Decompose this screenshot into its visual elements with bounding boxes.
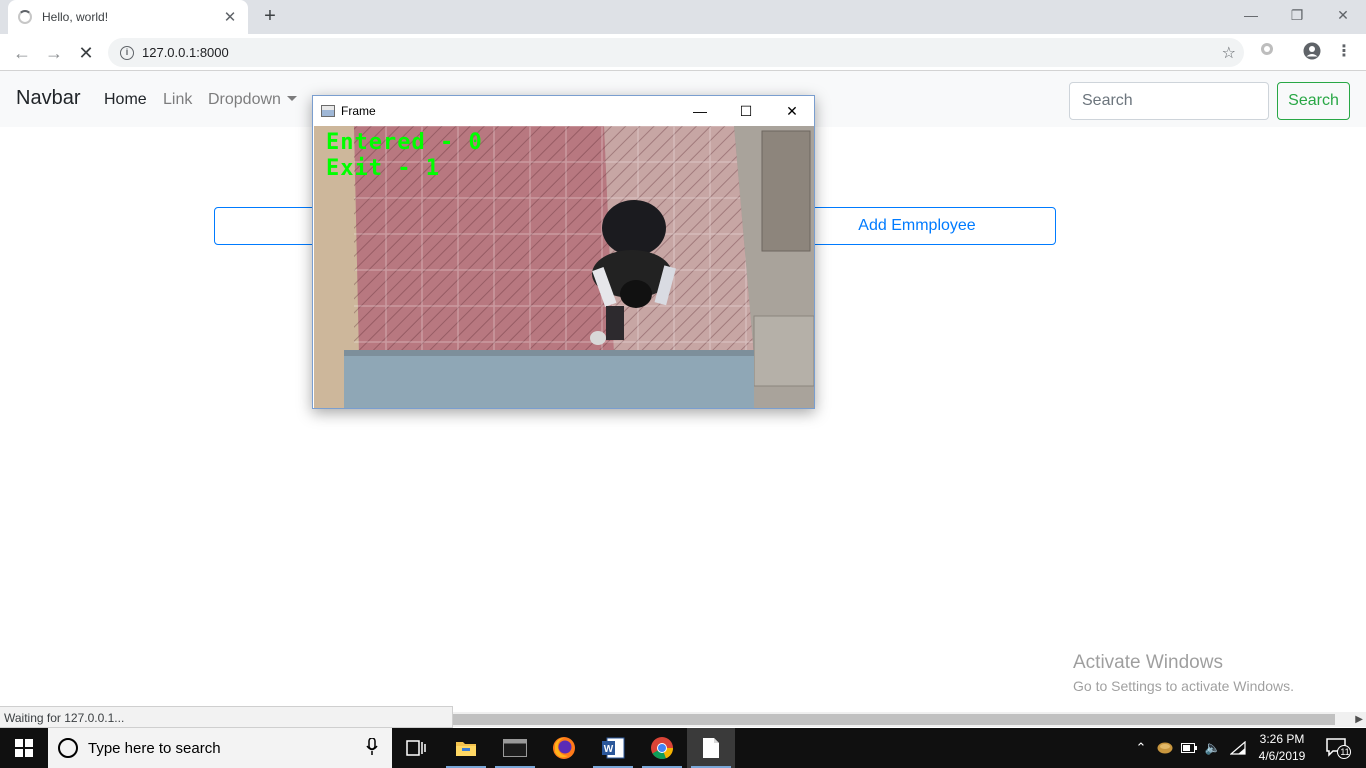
tray-app-icon[interactable] (1154, 728, 1176, 768)
frame-titlebar[interactable]: Frame — ☐ ✕ (313, 96, 814, 126)
firefox-icon[interactable] (540, 728, 588, 768)
taskbar-search-placeholder: Type here to search (88, 739, 221, 757)
frame-minimize-icon[interactable]: — (677, 96, 723, 126)
start-button[interactable] (0, 728, 48, 768)
search-input[interactable] (1069, 82, 1269, 120)
notification-center-icon[interactable]: 11 (1318, 728, 1358, 768)
microphone-icon[interactable] (366, 736, 378, 759)
minimize-icon[interactable]: — (1228, 0, 1274, 30)
back-arrow-icon[interactable]: ← (8, 39, 36, 67)
add-employee-button-label: Add Emmployee (858, 217, 976, 234)
activate-windows-watermark: Activate Windows Go to Settings to activ… (1073, 652, 1294, 694)
scrollbar-thumb[interactable] (453, 714, 1335, 725)
battery-icon[interactable] (1178, 728, 1200, 768)
forward-arrow-icon[interactable]: → (40, 39, 68, 67)
scroll-right-arrow-icon[interactable]: ▶ (1355, 712, 1363, 727)
caret-down-icon (286, 96, 297, 101)
clock-time: 3:26 PM (1259, 732, 1305, 746)
cortana-icon (58, 738, 78, 758)
restore-icon[interactable]: ❐ (1274, 0, 1320, 30)
address-url[interactable]: 127.0.0.1:8000 (142, 45, 1222, 60)
browser-menu-icon[interactable]: ⋮ (1334, 42, 1354, 62)
taskbar-search-box[interactable]: Type here to search (48, 728, 392, 768)
frame-maximize-icon[interactable]: ☐ (723, 96, 769, 126)
task-view-icon[interactable] (392, 728, 440, 768)
profile-avatar-icon[interactable] (1302, 42, 1322, 62)
terminal-icon[interactable] (491, 728, 539, 768)
exit-count-text: Exit - 1 (326, 156, 440, 181)
frame-window[interactable]: Frame — ☐ ✕ Entered - 0 Exit - 1 (312, 95, 815, 409)
volume-icon[interactable]: 🔈 (1202, 728, 1224, 768)
tab-close-icon[interactable]: ✕ (222, 8, 238, 26)
bookmark-star-icon[interactable]: ☆ (1222, 43, 1236, 63)
close-window-icon[interactable]: ✕ (1320, 0, 1366, 30)
site-info-icon[interactable]: i (120, 45, 134, 60)
video-frame: Entered - 0 Exit - 1 (314, 126, 814, 408)
watermark-subtitle: Go to Settings to activate Windows. (1073, 678, 1294, 694)
new-tab-icon[interactable]: + (258, 4, 282, 28)
windows-logo-icon (15, 739, 33, 757)
address-bar[interactable]: i 127.0.0.1:8000 ☆ (108, 38, 1244, 67)
search-button[interactable]: Search (1277, 82, 1350, 120)
notification-count: 11 (1340, 747, 1350, 757)
wifi-icon[interactable] (1227, 728, 1249, 768)
tab-title: Hello, world! (42, 10, 109, 24)
watermark-title: Activate Windows (1073, 652, 1223, 673)
chrome-icon[interactable] (638, 728, 686, 768)
stop-loading-icon[interactable]: ✕ (72, 39, 100, 67)
clock-date: 4/6/2019 (1258, 749, 1306, 763)
nav-link-home[interactable]: Home (104, 91, 147, 109)
nav-dropdown-label: Dropdown (208, 91, 281, 108)
horizontal-scrollbar[interactable]: ▶ (453, 712, 1366, 727)
browser-tab-strip: Hello, world! ✕ + — ❐ ✕ (0, 0, 1366, 34)
entered-count-text: Entered - 0 (326, 130, 483, 155)
nav-link-link[interactable]: Link (163, 91, 192, 109)
extension-icon[interactable] (1257, 42, 1277, 62)
frame-app-icon (321, 105, 335, 117)
file-explorer-icon[interactable] (442, 728, 490, 768)
frame-close-icon[interactable]: ✕ (769, 96, 815, 126)
add-employee-button[interactable]: Add Emmployee (778, 207, 1056, 245)
show-hidden-icons-icon[interactable]: ⌃ (1130, 728, 1152, 768)
navbar-brand[interactable]: Navbar (16, 87, 80, 110)
svg-text:W: W (604, 744, 614, 755)
windows-taskbar: Type here to search W ⌃ 🔈 3:26 PM 4/6/20… (0, 728, 1366, 768)
browser-status-bar: Waiting for 127.0.0.1... (0, 706, 453, 728)
taskbar-clock[interactable]: 3:26 PM 4/6/2019 (1254, 731, 1310, 765)
word-icon[interactable]: W (589, 728, 637, 768)
loading-spinner-icon (18, 10, 32, 24)
browser-toolbar: ← → ✕ i 127.0.0.1:8000 ☆ ⋮ (0, 34, 1366, 71)
notepad-icon[interactable] (687, 728, 735, 768)
frame-title: Frame (341, 104, 376, 118)
nav-dropdown[interactable]: Dropdown (208, 91, 297, 109)
screen: Hello, world! ✕ + — ❐ ✕ ← → ✕ i 127.0.0.… (0, 0, 1366, 768)
browser-tab[interactable]: Hello, world! ✕ (8, 0, 248, 34)
